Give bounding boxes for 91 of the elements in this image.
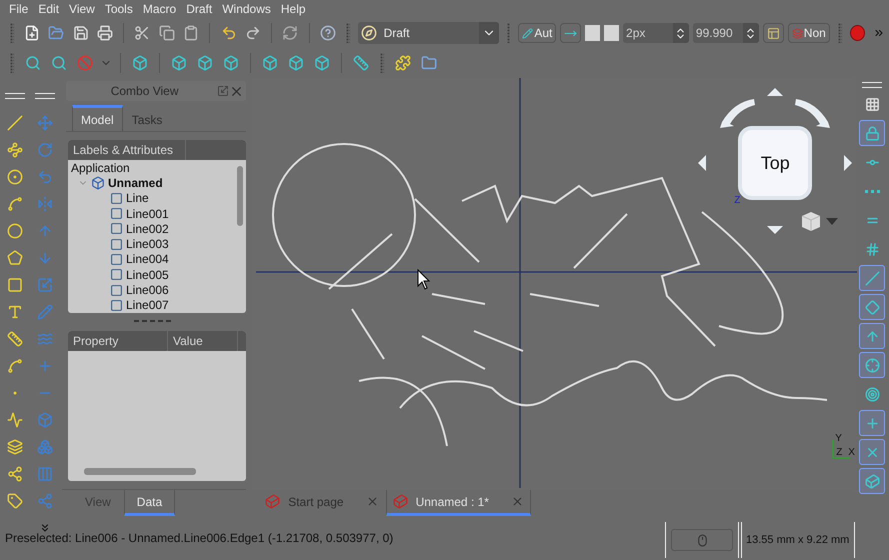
menu-item[interactable]: Windows — [217, 2, 276, 16]
workbench-dropdown[interactable]: Draft — [358, 22, 499, 44]
snap-toggle[interactable] — [859, 120, 886, 146]
snap-toggle[interactable] — [859, 352, 886, 378]
axis-label: Z — [836, 448, 842, 458]
sketch-line — [432, 293, 486, 305]
sketch-line — [530, 293, 600, 307]
right-arrow-icon[interactable] — [844, 155, 852, 171]
tree-item[interactable]: Line001 — [126, 206, 169, 221]
lock-icon — [864, 126, 880, 140]
tree-item[interactable]: Line003 — [126, 237, 169, 252]
scrollbar-thumb[interactable] — [237, 166, 244, 226]
menu-item[interactable]: Edit — [33, 2, 64, 16]
menu-item[interactable]: Draft — [181, 2, 218, 16]
document-icon — [91, 176, 105, 190]
navigation-style-button[interactable] — [671, 529, 733, 551]
column-header: Value — [168, 331, 238, 351]
line-object-icon — [110, 238, 123, 251]
tab[interactable]: Data — [124, 490, 176, 516]
rotate-right-arrow-icon[interactable] — [795, 99, 830, 128]
sketch-line — [573, 213, 628, 269]
close-icon[interactable] — [366, 495, 379, 508]
working-plane-button[interactable]: Non — [788, 23, 830, 43]
tree-item[interactable]: Line004 — [126, 252, 169, 266]
apply-style-button[interactable] — [762, 23, 784, 43]
cube-icon[interactable] — [800, 210, 822, 232]
line-object-icon — [110, 298, 123, 312]
line-object-icon — [110, 268, 123, 282]
line-object-icon — [110, 252, 123, 266]
left-arrow-icon[interactable] — [698, 155, 706, 171]
snap-toggle[interactable] — [859, 323, 886, 349]
status-message: Preselected: Line006 - Unnamed.Line006.Edge1 (-1.21708, 0.503977, 0) — [4, 531, 394, 545]
layers-icon — [792, 28, 803, 38]
dots-icon — [864, 190, 880, 192]
axis-label: Y — [835, 434, 842, 444]
font-size-field[interactable]: 99.990 — [692, 23, 759, 43]
construction-mode-button[interactable]: Aut — [518, 23, 556, 43]
snap-toggle[interactable] — [859, 439, 886, 465]
mouse-icon — [696, 534, 708, 546]
snap-toggle[interactable] — [859, 468, 886, 494]
dimensions-readout: 13.55 mm x 9.22 mm — [741, 522, 855, 558]
line-object-icon — [110, 207, 123, 220]
face-color-swatch[interactable] — [604, 25, 620, 41]
pencil-icon — [522, 28, 534, 38]
panel-title: Combo View — [110, 84, 180, 98]
navigation-cube-face[interactable]: Top — [738, 126, 812, 200]
sketch-line — [414, 198, 480, 263]
mouse-cursor-icon — [418, 268, 430, 290]
line-object-icon — [110, 284, 123, 297]
down-arrow-icon[interactable] — [767, 226, 784, 234]
menu-item[interactable]: View — [64, 2, 100, 16]
column-header: Property — [68, 331, 168, 351]
scrollbar-thumb[interactable] — [84, 468, 196, 475]
menu-item[interactable]: Help — [276, 2, 311, 16]
line-object-icon — [110, 192, 123, 205]
tree-item[interactable]: Line007 — [126, 298, 169, 312]
axis-label: Z — [734, 196, 740, 206]
tab[interactable]: Model — [72, 105, 123, 131]
snap-toggle[interactable] — [859, 410, 886, 436]
tree-item[interactable]: Line — [126, 191, 149, 206]
layout-icon — [766, 26, 780, 40]
cube-icon — [864, 474, 880, 488]
tree-item[interactable]: Application — [71, 160, 130, 175]
close-icon[interactable] — [510, 495, 524, 508]
sketch-line — [351, 308, 386, 360]
expand-icon[interactable] — [217, 85, 230, 97]
tree-item[interactable]: Line006 — [126, 283, 169, 298]
hash-icon — [864, 242, 880, 256]
line-color-swatch[interactable] — [585, 25, 600, 41]
sketch-line — [328, 233, 393, 290]
menu-item[interactable]: Tools — [100, 2, 138, 16]
line-width-field[interactable]: 2px — [623, 23, 689, 43]
grid-icon — [864, 96, 880, 112]
line-object-icon — [110, 222, 123, 236]
rotate-left-arrow-icon[interactable] — [720, 99, 756, 128]
up-arrow-icon[interactable] — [767, 88, 784, 96]
column-header: Labels & Attributes — [68, 140, 186, 160]
plane-button[interactable] — [560, 23, 582, 43]
snap-toggle[interactable] — [859, 265, 886, 291]
tree-item[interactable]: Line002 — [126, 222, 169, 236]
menu-item[interactable]: File — [4, 2, 34, 16]
record-button[interactable] — [850, 25, 865, 41]
plus-icon — [864, 416, 880, 430]
tree-item[interactable]: Unnamed — [108, 176, 163, 190]
snap-toggle[interactable] — [859, 294, 886, 320]
menu-item[interactable]: Macro — [138, 2, 182, 16]
axis-label: X — [848, 448, 855, 458]
tree-item[interactable]: Line005 — [126, 268, 169, 282]
target-icon — [864, 386, 880, 402]
document-tab[interactable]: Unnamed : 1* — [386, 490, 531, 516]
caret-icon[interactable] — [826, 218, 838, 226]
